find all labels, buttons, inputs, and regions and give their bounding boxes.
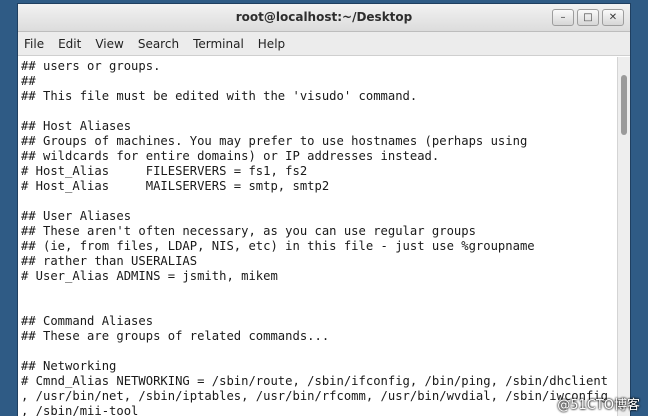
window-controls: – □ ✕ xyxy=(552,9,624,26)
terminal-line: , /sbin/mii-tool xyxy=(21,404,139,416)
menu-help[interactable]: Help xyxy=(258,37,285,51)
terminal-line: # Cmnd_Alias NETWORKING = /sbin/route, /… xyxy=(21,374,608,388)
vertical-scrollbar[interactable] xyxy=(617,57,630,416)
menu-edit[interactable]: Edit xyxy=(58,37,81,51)
terminal-line: ## Command Aliases xyxy=(21,314,154,328)
menu-search[interactable]: Search xyxy=(138,37,179,51)
scrollbar-thumb[interactable] xyxy=(621,75,627,135)
menu-file[interactable]: File xyxy=(24,37,44,51)
window-title: root@localhost:~/Desktop xyxy=(235,10,413,24)
terminal-line: ## rather than USERALIAS xyxy=(21,254,198,268)
terminal-line: ## This file must be edited with the 'vi… xyxy=(21,89,418,103)
terminal-line: ## Host Aliases xyxy=(21,119,132,133)
close-button[interactable]: ✕ xyxy=(602,9,624,26)
menu-view[interactable]: View xyxy=(95,37,123,51)
watermark: @51CTO博客 xyxy=(557,398,640,413)
terminal-line: ## These are groups of related commands.… xyxy=(21,329,330,343)
terminal-line: # Host_Alias FILESERVERS = fs1, fs2 xyxy=(21,164,308,178)
menu-bar: File Edit View Search Terminal Help xyxy=(18,32,630,56)
terminal-line: ## users or groups. xyxy=(21,59,161,73)
terminal-line: ## These aren't often necessary, as you … xyxy=(21,224,476,238)
terminal-window: root@localhost:~/Desktop – □ ✕ File Edit… xyxy=(18,4,630,416)
terminal-line: # User_Alias ADMINS = jsmith, mikem xyxy=(21,269,278,283)
title-bar[interactable]: root@localhost:~/Desktop – □ ✕ xyxy=(18,4,630,32)
terminal-line: ## Networking xyxy=(21,359,117,373)
terminal-line: ## wildcards for entire domains) or IP a… xyxy=(21,149,440,163)
minimize-button[interactable]: – xyxy=(552,9,574,26)
terminal-line: ## (ie, from files, LDAP, NIS, etc) in t… xyxy=(21,239,535,253)
terminal-output[interactable]: ## users or groups. ## ## This file must… xyxy=(18,57,617,416)
terminal-line: ## xyxy=(21,74,36,88)
menu-terminal[interactable]: Terminal xyxy=(193,37,244,51)
terminal-line: ## Groups of machines. You may prefer to… xyxy=(21,134,528,148)
terminal-line: ## User Aliases xyxy=(21,209,132,223)
terminal-line: # Host_Alias MAILSERVERS = smtp, smtp2 xyxy=(21,179,330,193)
maximize-button[interactable]: □ xyxy=(577,9,599,26)
terminal-line: , /usr/bin/net, /sbin/iptables, /usr/bin… xyxy=(21,389,608,403)
